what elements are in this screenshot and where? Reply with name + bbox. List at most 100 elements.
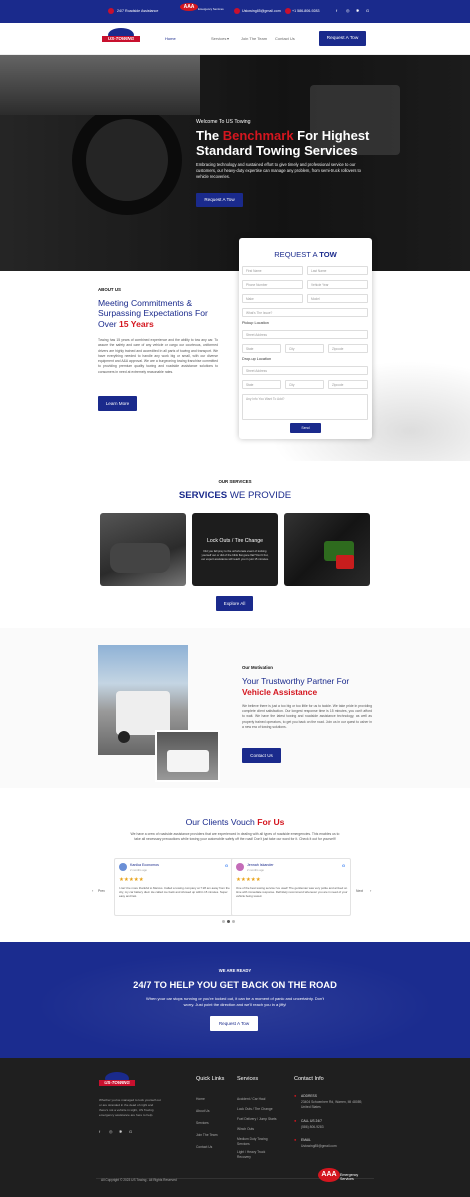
google-icon[interactable]: G	[366, 8, 371, 13]
service-card-body: Did you fall prey to the unfortunate eve…	[201, 549, 269, 562]
quick-links-title: Quick Links	[196, 1076, 225, 1082]
topbar-phone[interactable]: +1 586-806-9283	[292, 9, 319, 13]
nav-services[interactable]: Services	[211, 36, 226, 41]
service-card-fuel[interactable]	[284, 513, 370, 586]
carousel-dot[interactable]	[222, 920, 225, 923]
about-heading: Meeting Commitments & Surpassing Expecta…	[98, 298, 208, 329]
prev-arrow-icon[interactable]: ‹	[92, 888, 93, 893]
chevron-down-icon[interactable]: ▾	[227, 36, 229, 41]
footer-link-home[interactable]: Home	[196, 1097, 205, 1101]
footer-service-link[interactable]: Medium Duty Towing Services	[237, 1137, 277, 1146]
topbar-email[interactable]: Ustowing85@gmail.com	[242, 9, 281, 13]
google-icon: G	[342, 863, 346, 868]
address-label: ADDRESS	[301, 1094, 317, 1098]
footer-link-join[interactable]: Join The Team	[196, 1133, 218, 1137]
dropoff-city-field[interactable]: City	[285, 380, 324, 389]
site-logo[interactable]: US-TOWING	[102, 28, 140, 50]
email-label: EMAIL	[301, 1138, 311, 1142]
last-name-field[interactable]: Last Name	[307, 266, 368, 275]
instagram-icon[interactable]: ◎	[346, 8, 351, 13]
vehicle-year-select[interactable]: Vehicle Year	[307, 280, 368, 289]
nav-join[interactable]: Join The Team	[241, 36, 267, 41]
learn-more-button[interactable]: Learn More	[98, 396, 137, 411]
cta-request-tow-button[interactable]: Request A Tow	[210, 1016, 258, 1031]
pickup-street-field[interactable]: Street Address	[242, 330, 368, 339]
footer-service-link[interactable]: Winch Outs	[237, 1127, 254, 1131]
call-number[interactable]: (586) 806-9283	[301, 1125, 324, 1129]
cta-body: When your car stops running or you're lo…	[146, 996, 324, 1008]
review-name: Kanika Economos	[130, 863, 159, 867]
footer-about: Whether you've managed to lock yourself …	[99, 1098, 161, 1117]
pickup-city-field[interactable]: City	[285, 344, 324, 353]
footer-service-link[interactable]: Accident / Car Haul	[237, 1097, 265, 1101]
dropoff-state-field[interactable]: State	[242, 380, 281, 389]
notes-textarea[interactable]: Any Info You Want To Add?	[242, 394, 368, 420]
contact-us-button[interactable]: Contact Us	[242, 748, 281, 763]
phone-icon: ●	[294, 1118, 297, 1123]
pickup-state-field[interactable]: State	[242, 344, 281, 353]
footer-service-link[interactable]: Fuel Delivery / Jump Starts	[237, 1117, 277, 1121]
hero-heading-line2: Standard Towing Services	[196, 143, 358, 158]
facebook-icon[interactable]: f	[99, 1129, 100, 1134]
carousel-dot[interactable]	[232, 920, 235, 923]
form-send-button[interactable]: Send	[290, 423, 321, 433]
service-card-title: Lock Outs / Tire Change	[207, 538, 263, 544]
about-label: ABOUT US	[98, 287, 121, 292]
hero-section: Welcome To US Towing The Benchmark For H…	[0, 55, 470, 271]
nav-contact[interactable]: Contact Us	[275, 36, 295, 41]
nav-request-tow-button[interactable]: Request A Tow	[319, 31, 366, 46]
carousel-dot-active[interactable]	[227, 920, 230, 923]
make-field[interactable]: Make	[242, 294, 303, 303]
google-icon[interactable]: G	[129, 1129, 132, 1134]
prev-label[interactable]: Prev	[98, 889, 105, 893]
explore-all-button[interactable]: Explore All	[216, 596, 253, 611]
contact-info-title: Contact Info	[294, 1076, 324, 1082]
review-card: Kanika Economos 2 months ago ★★★★★ I can…	[114, 858, 234, 916]
footer-service-link[interactable]: Lock Outs / Tire Change	[237, 1107, 273, 1111]
motivation-body: We believe there is just a too big or to…	[242, 704, 372, 729]
review-stars: ★★★★★	[236, 877, 261, 883]
hero-heading-line1: The Benchmark For Highest	[196, 128, 370, 143]
motivation-section	[0, 628, 470, 788]
address-text: 23404 Schoenherr Rd, Warren, MI 48089, U…	[301, 1100, 363, 1109]
review-text: One of the best towing service I've used…	[236, 886, 348, 899]
instagram-icon[interactable]: ◎	[109, 1129, 113, 1134]
hero-description: Embracing technology and sustained effor…	[196, 162, 361, 180]
model-field[interactable]: Model	[307, 294, 368, 303]
dropoff-street-field[interactable]: Street Address	[242, 366, 368, 375]
first-name-field[interactable]: First Name	[242, 266, 303, 275]
pickup-zip-field[interactable]: Zipcode	[328, 344, 368, 353]
yelp-icon[interactable]: ✱	[356, 8, 361, 13]
footer: US-TOWING Whether you've managed to lock…	[0, 1058, 470, 1197]
avatar	[236, 863, 244, 871]
footer-link-about[interactable]: About Us	[196, 1109, 210, 1113]
next-arrow-icon[interactable]: ›	[370, 888, 371, 893]
nav-home[interactable]: Home	[165, 36, 176, 41]
footer-logo[interactable]: US-TOWING	[99, 1072, 135, 1094]
dropoff-zip-field[interactable]: Zipcode	[328, 380, 368, 389]
facebook-icon[interactable]: f	[336, 8, 341, 13]
footer-email[interactable]: Ustowing85@gmail.com	[301, 1144, 337, 1148]
footer-link-services[interactable]: Services	[196, 1121, 209, 1125]
phone-icon-2	[285, 8, 291, 14]
review-text: I can't be more thankful to Marcus. Call…	[119, 886, 230, 899]
phone-icon	[108, 8, 114, 14]
pickup-label: Pickup Location	[242, 321, 269, 325]
google-icon: G	[225, 863, 229, 868]
email-icon: ●	[294, 1137, 297, 1142]
phone-field[interactable]: Phone Number	[242, 280, 303, 289]
tow-truck-garage-photo	[155, 730, 220, 782]
call-label: CALL US 24/7	[301, 1119, 322, 1123]
cta-label: WE ARE READY	[218, 968, 252, 973]
footer-link-contact[interactable]: Contact Us	[196, 1145, 212, 1149]
testimonials-body: We have a crew of roadside assistance pr…	[130, 832, 340, 842]
hero-request-tow-button[interactable]: Request A Tow	[196, 193, 243, 207]
cta-heading: 24/7 TO HELP YOU GET BACK ON THE ROAD	[133, 979, 337, 990]
email-icon	[234, 8, 240, 14]
yelp-icon[interactable]: ✱	[119, 1129, 122, 1134]
next-label[interactable]: Next	[356, 889, 363, 893]
footer-service-link[interactable]: Light / Heavy Truck Recovery	[237, 1150, 277, 1159]
service-card-accident[interactable]	[100, 513, 186, 586]
issue-select[interactable]: What's The Issue?	[242, 308, 368, 317]
service-card-lockout[interactable]: Lock Outs / Tire Change Did you fall pre…	[192, 513, 278, 586]
